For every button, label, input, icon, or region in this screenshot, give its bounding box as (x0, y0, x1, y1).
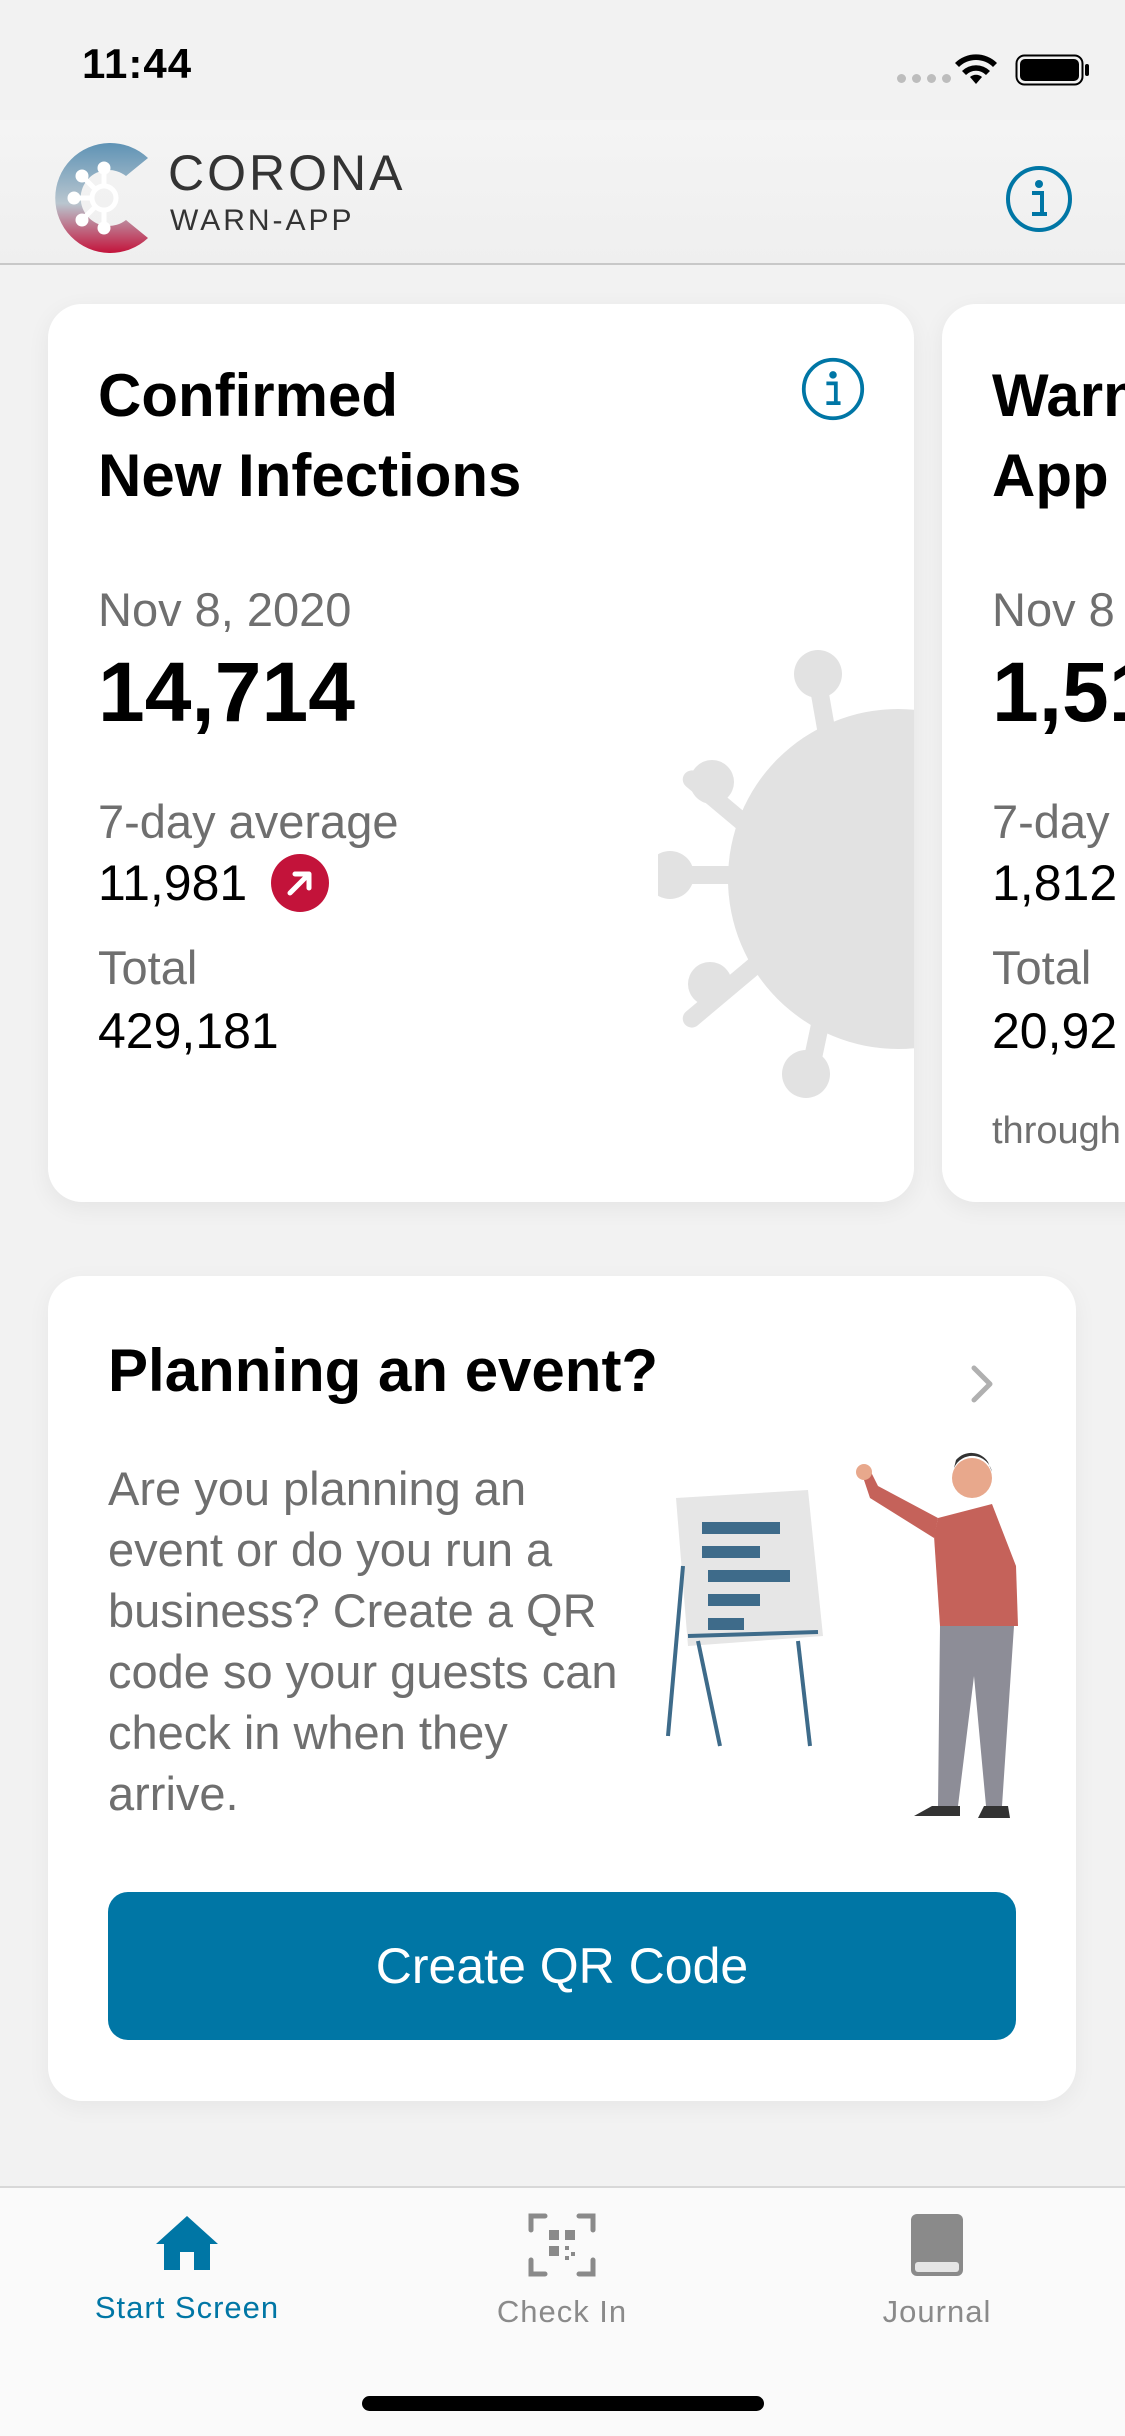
stat-date: Nov 8 (992, 583, 1115, 636)
stat-average: 1,812 (992, 854, 1117, 912)
brand-subtitle: WARN-APP (170, 204, 355, 237)
stat-footnote: through (992, 1110, 1121, 1152)
stat-title-line1: Warn (992, 362, 1125, 429)
stat-value: 14,714 (98, 645, 355, 739)
stat-card-warn-app[interactable]: Warn App Nov 8 1,51 7-day 1,812 Total 20… (942, 304, 1125, 1202)
stat-average-label: 7-day (992, 795, 1110, 848)
stat-average: 11,981 (98, 854, 330, 912)
battery-icon (1015, 54, 1089, 86)
app-header: CORONA WARN-APP (0, 120, 1125, 265)
brand-name: CORONA (168, 145, 406, 201)
stat-card-infections[interactable]: Confirmed New Infections Nov 8, 2020 14,… (48, 304, 914, 1202)
tab-check-in[interactable]: Check In (412, 2212, 712, 2352)
tab-journal[interactable]: Journal (787, 2212, 1087, 2352)
stat-total-value: 429,181 (98, 1003, 279, 1059)
tab-label: Journal (882, 2294, 992, 2329)
stat-date: Nov 8, 2020 (98, 583, 352, 636)
stat-title-line1: Confirmed (98, 362, 398, 429)
event-card-description: Are you planning an event or do you run … (108, 1462, 618, 1820)
stat-total-value: 20,92 (992, 1003, 1118, 1059)
home-icon (156, 2216, 218, 2270)
stat-title-line2: New Infections (98, 442, 522, 509)
tab-label: Start Screen (94, 2290, 280, 2325)
event-planning-card[interactable]: Planning an event? Are you planning an e… (48, 1276, 1076, 2101)
tab-start-screen[interactable]: Start Screen (37, 2212, 337, 2352)
stat-total-label: Total (98, 941, 198, 994)
stat-title-line2: App (992, 442, 1109, 509)
stat-title: Confirmed New Infections (98, 356, 521, 516)
info-icon[interactable] (800, 356, 866, 422)
wifi-icon (955, 54, 997, 84)
stat-average-value: 1,812 (992, 855, 1118, 911)
status-indicators (865, 44, 1125, 94)
stat-average-value: 11,981 (98, 855, 248, 911)
stat-value: 1,51 (992, 645, 1125, 739)
stat-average-label: 7-day average (98, 795, 399, 848)
create-qr-code-button[interactable]: Create QR Code (108, 1892, 1016, 2040)
virus-illustration-icon (658, 650, 914, 1098)
journal-icon (911, 2214, 963, 2276)
info-icon[interactable] (1004, 164, 1074, 234)
home-screen: 11:44 CORONA WARN-APP Confirmed New Infe… (0, 0, 1125, 2436)
chevron-right-icon[interactable] (968, 1362, 998, 1406)
stat-total-label: Total (992, 941, 1092, 994)
presenter-illustration (666, 1452, 1018, 1818)
tab-label: Check In (496, 2294, 628, 2329)
trend-up-icon (271, 854, 330, 912)
cellular-signal-icon (897, 74, 951, 83)
qr-scan-icon (528, 2213, 596, 2277)
event-card-title: Planning an event? (108, 1337, 659, 1404)
corona-warn-app-logo (55, 143, 148, 253)
home-indicator[interactable] (362, 2396, 764, 2411)
stat-title: Warn App (992, 356, 1125, 516)
status-time: 11:44 (82, 40, 193, 87)
